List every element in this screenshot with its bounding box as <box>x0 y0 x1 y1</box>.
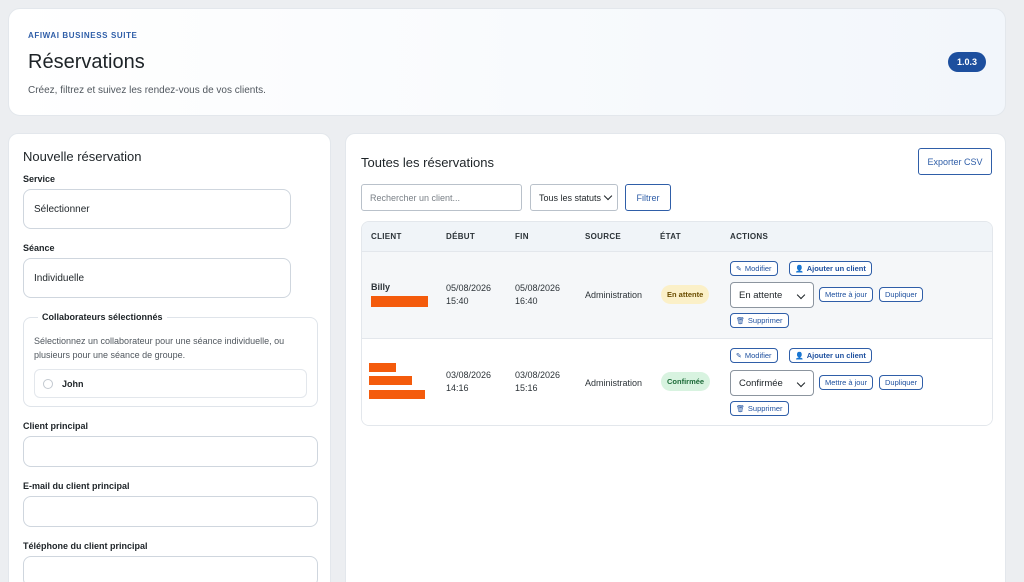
form-title: Nouvelle réservation <box>23 149 142 164</box>
update-button[interactable]: Mettre à jour <box>819 375 874 390</box>
user-icon: 👤 <box>795 265 804 273</box>
collaborator-option-john[interactable]: John <box>34 369 307 398</box>
new-reservation-form: Nouvelle réservation Service Sélectionne… <box>8 133 331 582</box>
seance-label: Séance <box>23 243 55 253</box>
collaborator-name: John <box>62 378 84 389</box>
page-description: Créez, filtrez et suivez les rendez-vous… <box>28 85 266 96</box>
column-client: CLIENT <box>371 232 402 241</box>
state-select[interactable]: En attente <box>730 282 814 308</box>
source: Administration <box>585 378 643 388</box>
column-end: FIN <box>515 232 529 241</box>
redacted-block <box>369 363 396 372</box>
column-status: ÉTAT <box>660 232 681 241</box>
source: Administration <box>585 290 643 300</box>
client-input[interactable] <box>23 436 318 467</box>
edit-button[interactable]: ✎ Modifier <box>730 348 778 363</box>
email-input[interactable] <box>23 496 318 527</box>
table-header: CLIENT DÉBUT FIN SOURCE ÉTAT ACTIONS <box>362 222 992 252</box>
redacted-block <box>369 376 412 385</box>
duplicate-button[interactable]: Dupliquer <box>879 287 924 302</box>
page-title: Réservations <box>28 51 145 73</box>
reservations-panel: Toutes les réservations Exporter CSV Rec… <box>345 133 1006 582</box>
collaborators-fieldset: Collaborateurs sélectionnés Sélectionnez… <box>23 312 318 407</box>
state-value: Confirmée <box>739 377 783 389</box>
client-name: Billy <box>371 282 391 292</box>
end-datetime: 03/08/2026 15:16 <box>515 370 561 393</box>
pencil-icon: ✎ <box>736 352 742 360</box>
delete-button[interactable]: 🗑 Supprimer <box>730 401 789 416</box>
column-actions: ACTIONS <box>730 232 769 241</box>
status-filter-value: Tous les statuts <box>539 192 602 203</box>
update-button[interactable]: Mettre à jour <box>819 287 874 302</box>
delete-button[interactable]: 🗑 Supprimer <box>730 313 789 328</box>
start-datetime: 05/08/2026 15:40 <box>446 283 492 306</box>
trash-icon: 🗑 <box>736 405 745 413</box>
status-badge: Confirmée <box>661 372 711 391</box>
client-label: Client principal <box>23 421 89 431</box>
duplicate-button[interactable]: Dupliquer <box>879 375 924 390</box>
column-start: DÉBUT <box>446 232 476 241</box>
version-badge: 1.0.3 <box>947 52 986 72</box>
collaborators-description: Sélectionnez un collaborateur pour une s… <box>34 336 285 360</box>
seance-select[interactable]: Individuelle <box>23 258 291 298</box>
export-csv-button[interactable]: Exporter CSV <box>918 148 992 175</box>
phone-label: Téléphone du client principal <box>23 541 148 551</box>
reservations-title: Toutes les réservations <box>361 155 494 170</box>
search-input[interactable]: Rechercher un client... <box>361 184 522 211</box>
email-label: E-mail du client principal <box>23 481 130 491</box>
filter-button[interactable]: Filtrer <box>625 184 671 211</box>
add-client-button[interactable]: 👤 Ajouter un client <box>789 348 872 363</box>
chevron-down-icon <box>603 191 613 201</box>
radio-icon[interactable] <box>43 378 53 389</box>
service-select[interactable]: Sélectionner <box>23 189 291 229</box>
table-row: Billy 05/08/2026 15:40 05/08/2026 16:40 Ad… <box>362 252 992 339</box>
table-row: 03/08/2026 14:16 03/08/2026 15:16 Administ… <box>362 339 992 425</box>
state-value: En attente <box>739 289 783 301</box>
end-datetime: 05/08/2026 16:40 <box>515 283 561 306</box>
chevron-down-icon <box>796 290 806 300</box>
edit-button[interactable]: ✎ Modifier <box>730 261 778 276</box>
column-source: SOURCE <box>585 232 622 241</box>
user-icon: 👤 <box>795 352 804 360</box>
collaborators-title: Collaborateurs sélectionnés <box>38 312 167 322</box>
phone-input[interactable] <box>23 556 318 582</box>
status-badge: En attente <box>661 285 710 304</box>
service-label: Service <box>23 174 56 184</box>
state-select[interactable]: Confirmée <box>730 370 814 396</box>
status-filter-select[interactable]: Tous les statuts <box>530 184 618 211</box>
reservations-table: CLIENT DÉBUT FIN SOURCE ÉTAT ACTIONS Bil… <box>361 221 993 426</box>
trash-icon: 🗑 <box>736 317 745 325</box>
start-datetime: 03/08/2026 14:16 <box>446 370 492 393</box>
add-client-button[interactable]: 👤 Ajouter un client <box>789 261 872 276</box>
redacted-block <box>369 390 425 399</box>
pencil-icon: ✎ <box>736 265 742 273</box>
chevron-down-icon <box>796 378 806 388</box>
suite-name: AFIWAI BUSINESS SUITE <box>28 31 138 40</box>
redacted-block <box>371 296 428 307</box>
page-header: AFIWAI BUSINESS SUITE Réservations Créez… <box>8 8 1006 116</box>
